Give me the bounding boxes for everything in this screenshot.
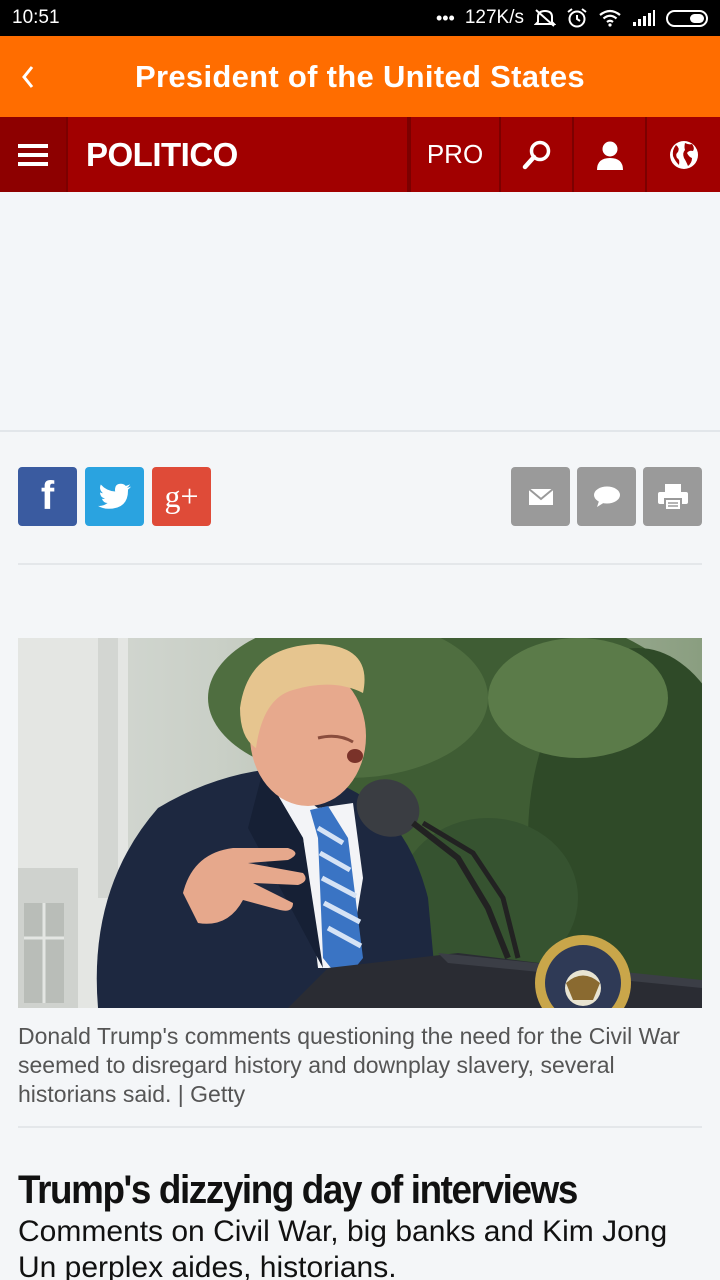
photo-caption: Donald Trump's comments questioning the … <box>18 1023 680 1107</box>
politico-logo: POLITICO <box>86 135 238 173</box>
article-photo[interactable] <box>18 638 702 1008</box>
twitter-share-button[interactable] <box>85 467 144 526</box>
envelope-icon <box>527 487 554 505</box>
facebook-icon: f <box>40 474 55 518</box>
article-subhead: Comments on Civil War, big banks and Kim… <box>18 1215 668 1280</box>
edition-button[interactable] <box>647 117 720 192</box>
google-plus-share-button[interactable]: g+ <box>152 467 211 526</box>
google-plus-icon: g+ <box>164 478 199 514</box>
search-button[interactable] <box>501 117 574 192</box>
logo-link[interactable]: POLITICO <box>68 117 409 192</box>
chevron-left-icon <box>22 65 34 88</box>
back-button[interactable] <box>8 36 48 117</box>
user-icon <box>596 141 623 170</box>
menu-button[interactable] <box>0 117 68 192</box>
article-headline[interactable]: Trump's dizzying day of interviews <box>18 1168 653 1213</box>
comment-button[interactable] <box>577 467 636 526</box>
politico-header: POLITICO PRO <box>0 117 720 192</box>
ad-placeholder <box>0 192 720 432</box>
status-icons: ••• 127K/s <box>436 7 708 29</box>
twitter-icon <box>97 483 131 509</box>
search-icon <box>522 140 550 169</box>
wifi-icon <box>598 9 622 27</box>
article-actions <box>511 467 702 526</box>
mute-icon <box>534 8 556 28</box>
signal-icon <box>632 9 656 27</box>
status-time: 10:51 <box>12 7 60 28</box>
speech-bubble-icon <box>593 486 620 507</box>
email-button[interactable] <box>511 467 570 526</box>
speaker-at-podium-image <box>18 638 702 1008</box>
page-title: President of the United States <box>135 58 585 94</box>
pro-label: PRO <box>426 139 484 169</box>
pro-button[interactable]: PRO <box>409 117 501 192</box>
print-button[interactable] <box>643 467 702 526</box>
account-button[interactable] <box>574 117 647 192</box>
printer-icon <box>657 483 688 511</box>
divider <box>18 563 702 565</box>
battery-icon <box>666 9 708 27</box>
globe-icon <box>669 140 698 169</box>
status-bar: 10:51 ••• 127K/s <box>0 0 720 36</box>
facebook-share-button[interactable]: f <box>18 467 77 526</box>
hamburger-menu-icon <box>18 143 48 166</box>
more-dots-icon: ••• <box>435 7 455 28</box>
divider <box>18 1126 702 1128</box>
alarm-icon <box>566 7 588 29</box>
network-speed: 127K/s <box>464 7 524 28</box>
app-title-bar: President of the United States <box>0 36 720 117</box>
social-share-buttons: f g+ <box>18 467 211 526</box>
